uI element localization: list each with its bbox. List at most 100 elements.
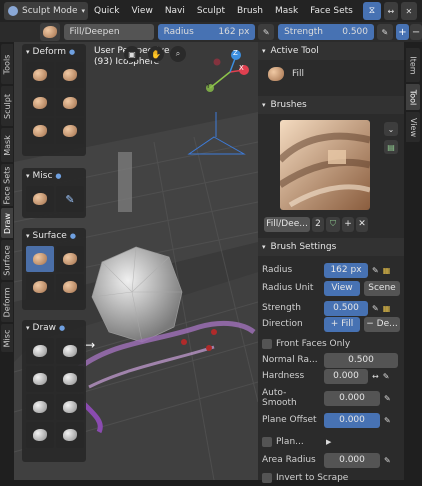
deform-panel-header[interactable]: ▾ Deform ● [22, 44, 86, 60]
brush-copy-button[interactable]: ▤ [384, 140, 398, 154]
subtract-direction-button[interactable]: − [410, 24, 422, 40]
brush-menu-button[interactable]: ⌄ [384, 122, 398, 136]
camera-view-button[interactable]: ▣ [124, 46, 140, 62]
tab-misc[interactable]: Misc [1, 324, 13, 352]
menu-quick[interactable]: Quick [88, 6, 125, 16]
draw-panel-header[interactable]: ▾ Draw ● [22, 320, 86, 336]
zoom-button[interactable]: ⌕ [170, 46, 186, 62]
clay-strips-tool[interactable] [56, 366, 84, 392]
add-direction-button[interactable]: + [395, 24, 410, 40]
brush-settings-header[interactable]: ▾ Brush Settings [258, 238, 404, 256]
draw-tool[interactable] [26, 338, 54, 364]
menu-sculpt[interactable]: Sculpt [191, 6, 231, 16]
smooth-tool[interactable] [26, 274, 54, 300]
tab-sculpt[interactable]: Sculpt [1, 86, 13, 126]
draw-sharp-tool[interactable] [56, 338, 84, 364]
tab-tool[interactable]: Tool [406, 84, 420, 110]
inflate-tool[interactable] [56, 394, 84, 420]
gizmo-z-label[interactable]: Z [233, 49, 238, 57]
invert-scrape-checkbox[interactable] [262, 473, 272, 483]
wrench-icon: ✕ [405, 6, 413, 16]
blob-tool[interactable] [26, 422, 54, 448]
mode-selector[interactable]: Sculpt Mode ▾ [4, 2, 88, 20]
normal-radius-field[interactable]: 0.500 [324, 352, 398, 368]
hardness-field[interactable]: 0.000 [324, 368, 368, 384]
brush-preview-image[interactable] [280, 120, 370, 210]
unlink-brush-button[interactable]: ✕ [356, 216, 368, 232]
tab-face-sets[interactable]: Face Sets [1, 164, 13, 206]
gizmo-x-label[interactable]: X [239, 64, 244, 72]
menu-mask[interactable]: Mask [269, 6, 304, 16]
axis-toggle-button[interactable]: ↔ [383, 2, 398, 20]
plane-offset-field[interactable]: 0.000 [324, 412, 380, 428]
invert-scrape-row: Invert to Scrape [262, 470, 348, 486]
rotate-tool[interactable] [56, 118, 84, 144]
active-tool-header[interactable]: ▾ Active Tool [258, 42, 404, 60]
expand-arrow-icon[interactable]: ▶ [326, 438, 331, 446]
radius-pressure-button[interactable]: ✎ [258, 24, 275, 40]
strength-slider[interactable]: Strength 0.500 [278, 24, 374, 40]
tab-deform[interactable]: Deform [1, 282, 13, 322]
brush-preview-button[interactable] [40, 23, 60, 41]
crease-tool[interactable] [56, 422, 84, 448]
plus-icon: + [344, 219, 352, 229]
tab-surface[interactable]: Surface [1, 240, 13, 280]
nudge-tool[interactable] [26, 118, 54, 144]
auto-smooth-field[interactable]: 0.000 [324, 390, 380, 406]
direction-fill[interactable]: + Fill [324, 316, 360, 332]
pen-pressure-icon[interactable]: ✎ [372, 266, 379, 275]
radius-unit-scene[interactable]: Scene [364, 280, 400, 296]
tab-view[interactable]: View [406, 112, 420, 142]
normal-radius-label: Normal Ra... [262, 355, 318, 365]
fake-user-button[interactable]: ⛉ [326, 216, 340, 232]
pen-pressure-icon[interactable]: ✎ [384, 394, 391, 403]
pen-pressure-icon[interactable]: ✎ [372, 304, 379, 313]
pen-pressure-icon[interactable]: ✎ [384, 416, 391, 425]
grid-icon[interactable]: ▦ [383, 266, 391, 275]
dyntopo-button[interactable]: ✕ [400, 2, 417, 20]
menu-navi[interactable]: Navi [159, 6, 191, 16]
clay-tool[interactable] [26, 366, 54, 392]
thumb-tool[interactable] [26, 90, 54, 116]
misc-panel-header[interactable]: ▾ Misc ● [22, 168, 86, 184]
brush-name-field[interactable]: Fill/Dee... [264, 216, 310, 232]
mask-tool[interactable]: ✎ [56, 186, 84, 212]
direction-deepen[interactable]: − De... [364, 316, 400, 332]
snake-hook-tool[interactable] [56, 62, 84, 88]
symmetry-button[interactable]: ⧖ [362, 2, 381, 20]
pen-pressure-icon[interactable]: ✎ [383, 372, 390, 381]
simplify-tool[interactable] [26, 186, 54, 212]
tab-tools[interactable]: Tools [1, 44, 13, 84]
invert-arrows-icon[interactable]: ↔ [372, 372, 379, 381]
radius-unit-view[interactable]: View [324, 280, 360, 296]
surface-panel-header[interactable]: ▾ Surface ● [22, 228, 86, 244]
radius-field[interactable]: 162 px [324, 262, 368, 278]
menu-face-sets[interactable]: Face Sets [304, 6, 359, 16]
brush-users-count[interactable]: 2 [312, 216, 324, 232]
flatten-tool[interactable] [56, 274, 84, 300]
brush-texture [280, 120, 370, 210]
brushes-header[interactable]: ▾ Brushes [258, 96, 404, 114]
strength-field[interactable]: 0.500 [324, 300, 368, 316]
layer-tool[interactable] [26, 394, 54, 420]
tab-draw[interactable]: Draw [1, 208, 13, 238]
fill-tool[interactable] [26, 246, 54, 272]
menu-brush[interactable]: Brush [231, 6, 269, 16]
area-radius-field[interactable]: 0.000 [324, 452, 380, 468]
pose-tool[interactable] [56, 90, 84, 116]
hand-pan-button[interactable]: ✋ [148, 46, 164, 62]
strength-pressure-button[interactable]: ✎ [377, 24, 393, 40]
brush-name-field[interactable]: Fill/Deepen [63, 24, 154, 40]
plane-trim-checkbox[interactable] [262, 437, 272, 447]
elastic-deform-tool[interactable] [26, 62, 54, 88]
pen-pressure-icon[interactable]: ✎ [384, 456, 391, 465]
new-brush-button[interactable]: + [342, 216, 354, 232]
grid-icon[interactable]: ▦ [383, 304, 391, 313]
radius-slider[interactable]: Radius 162 px [157, 24, 256, 40]
gizmo-y-label[interactable]: Y [206, 82, 210, 90]
tab-mask[interactable]: Mask [1, 128, 13, 162]
tab-item[interactable]: Item [406, 48, 420, 82]
menu-view[interactable]: View [125, 6, 158, 16]
scrape-tool[interactable] [56, 246, 84, 272]
front-faces-checkbox[interactable] [262, 339, 272, 349]
